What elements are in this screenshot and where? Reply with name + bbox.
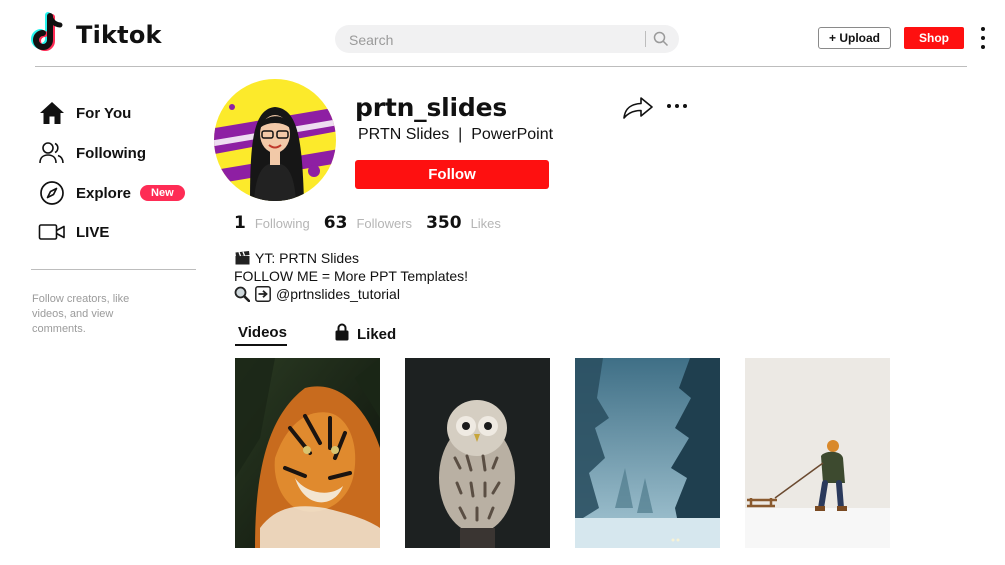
arrow-right-box-icon [255, 286, 271, 302]
more-options-icon[interactable] [976, 27, 990, 49]
sidebar-divider [31, 269, 196, 270]
video-thumbnail-forest[interactable] [575, 358, 720, 548]
search-divider [645, 31, 646, 47]
profile-username: prtn_slides [355, 93, 508, 122]
tiktok-note-icon [30, 12, 70, 58]
sidebar-item-explore[interactable]: Explore New [38, 180, 185, 206]
sidebar-item-live[interactable]: LIVE [38, 219, 109, 245]
avatar[interactable] [214, 79, 336, 201]
video-camera-icon [38, 219, 66, 245]
tab-liked-label: Liked [357, 325, 397, 343]
following-label: Following [254, 216, 310, 231]
magnifier-emoji-icon [234, 286, 250, 302]
sidebar-item-label: Explore [76, 184, 132, 202]
video-thumbnail-tiger[interactable] [235, 358, 380, 548]
sidebar-item-label: For You [76, 104, 132, 122]
lock-icon [335, 323, 349, 345]
search-bar[interactable] [335, 25, 679, 53]
tab-liked[interactable]: Liked [335, 323, 396, 345]
share-icon[interactable] [622, 96, 654, 125]
header-divider [35, 66, 967, 67]
tiktok-logo[interactable]: Tiktok [30, 12, 162, 58]
tab-videos[interactable]: Videos [238, 324, 287, 341]
following-count: 1 [234, 213, 246, 233]
users-icon [38, 140, 66, 166]
upload-button[interactable]: + Upload [818, 27, 891, 49]
video-thumbnail-owl[interactable] [405, 358, 550, 548]
follow-button[interactable]: Follow [355, 160, 549, 189]
sidebar-item-label: Following [76, 144, 146, 162]
compass-icon [38, 180, 66, 206]
clapperboard-icon [234, 250, 250, 266]
followers-count: 63 [323, 213, 348, 233]
profile-bio: YT: PRTN Slides FOLLOW ME = More PPT Tem… [234, 249, 468, 303]
home-icon [38, 100, 66, 126]
followers-label: Followers [356, 216, 413, 231]
profile-more-icon[interactable] [667, 104, 687, 108]
shop-button[interactable]: Shop [904, 27, 964, 49]
profile-stats: 1 Following 63 Followers 350 Likes [234, 213, 515, 233]
sidebar-item-label: LIVE [76, 223, 110, 241]
search-icon[interactable] [653, 31, 669, 52]
likes-count: 350 [426, 213, 462, 233]
profile-display-name: PRTN Slides | PowerPoint [358, 126, 554, 143]
active-tab-indicator [235, 344, 287, 346]
search-input[interactable] [347, 29, 641, 51]
video-thumbnail-snow-sled[interactable] [745, 358, 890, 548]
sidebar-item-following[interactable]: Following [38, 140, 146, 166]
new-badge: New [140, 185, 185, 201]
likes-label: Likes [470, 216, 501, 231]
bio-line: FOLLOW ME = More PPT Templates! [234, 268, 469, 284]
bio-line: YT: PRTN Slides [255, 250, 359, 266]
bio-line[interactable]: @prtnslides_tutorial [276, 285, 400, 303]
sidebar-item-for-you[interactable]: For You [38, 100, 131, 126]
sidebar-login-note: Follow creators, like videos, and view c… [32, 293, 130, 335]
logo-text: Tiktok [76, 21, 162, 49]
